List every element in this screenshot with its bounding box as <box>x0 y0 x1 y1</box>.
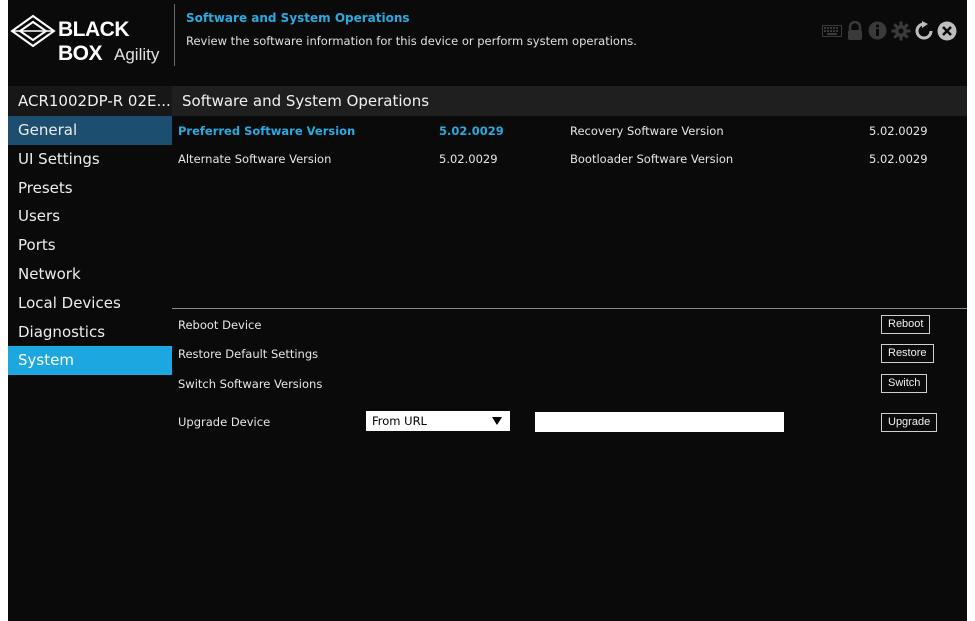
sidebar: General UI Settings Presets Users Ports … <box>8 116 172 621</box>
recovery-version-value: 5.02.0029 <box>869 124 928 138</box>
keyboard-icon[interactable] <box>821 20 842 41</box>
upgrade-label: Upgrade Device <box>178 415 271 429</box>
preferred-version-value: 5.02.0029 <box>439 124 504 138</box>
gear-icon[interactable] <box>890 20 911 41</box>
bootloader-version-value: 5.02.0029 <box>869 152 928 166</box>
header-divider <box>174 4 175 66</box>
sidebar-item-presets[interactable]: Presets <box>8 174 172 203</box>
sidebar-item-ui-settings[interactable]: UI Settings <box>8 145 172 174</box>
page-description: Review the software information for this… <box>186 34 637 48</box>
main-panel: Preferred Software Version 5.02.0029 Rec… <box>172 116 967 621</box>
reboot-label: Reboot Device <box>178 318 262 332</box>
upgrade-source-select[interactable]: From URL <box>366 411 510 431</box>
upgrade-source-value: From URL <box>372 414 427 428</box>
recovery-version-label: Recovery Software Version <box>570 124 724 138</box>
switch-button[interactable]: Switch <box>881 374 928 393</box>
header: BLACK BOX Agility Software and System Op… <box>8 0 967 84</box>
sidebar-item-users[interactable]: Users <box>8 202 172 231</box>
sidebar-item-network[interactable]: Network <box>8 260 172 289</box>
sidebar-item-diagnostics[interactable]: Diagnostics <box>8 318 172 347</box>
restore-button[interactable]: Restore <box>881 344 934 363</box>
switch-label: Switch Software Versions <box>178 377 323 391</box>
upgrade-url-input[interactable] <box>535 412 784 432</box>
preferred-version-label: Preferred Software Version <box>178 124 356 138</box>
reboot-button[interactable]: Reboot <box>881 315 931 334</box>
logo: BLACK BOX Agility <box>10 10 170 70</box>
sidebar-item-local-devices[interactable]: Local Devices <box>8 289 172 318</box>
section-title: Software and System Operations <box>172 86 967 116</box>
page-title: Software and System Operations <box>186 11 410 25</box>
alternate-version-value: 5.02.0029 <box>439 152 498 166</box>
lock-icon[interactable] <box>844 20 865 41</box>
device-name: ACR1002DP-R 02E... <box>8 86 172 116</box>
toolbar <box>821 20 957 41</box>
sidebar-item-ports[interactable]: Ports <box>8 231 172 260</box>
upgrade-button[interactable]: Upgrade <box>881 413 938 432</box>
info-icon[interactable] <box>867 20 888 41</box>
bootloader-version-label: Bootloader Software Version <box>570 152 734 166</box>
alternate-version-label: Alternate Software Version <box>178 152 332 166</box>
product-name: Agility <box>114 45 160 64</box>
sidebar-item-general[interactable]: General <box>8 116 172 145</box>
chevron-down-icon <box>492 417 502 425</box>
section-divider <box>172 308 967 309</box>
restore-label: Restore Default Settings <box>178 347 319 361</box>
app-window: BLACK BOX Agility Software and System Op… <box>8 0 967 621</box>
black-box-logo-icon <box>10 14 56 48</box>
sidebar-item-system[interactable]: System <box>8 346 172 376</box>
close-icon[interactable] <box>936 20 957 41</box>
refresh-icon[interactable] <box>913 20 934 41</box>
